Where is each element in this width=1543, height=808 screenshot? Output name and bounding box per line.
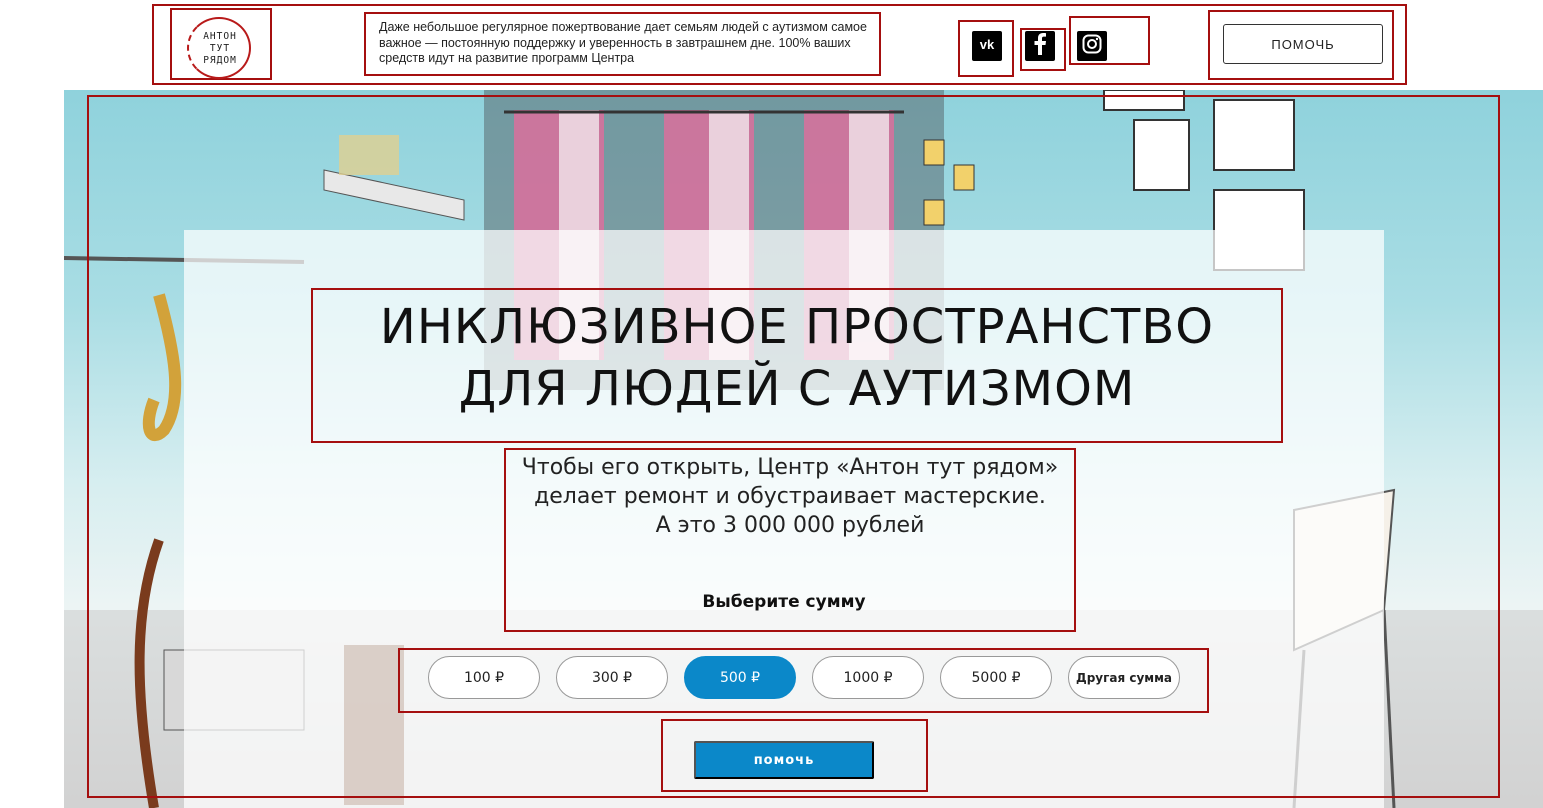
amount-100-button[interactable]: 100 ₽	[428, 656, 540, 699]
facebook-icon	[1033, 32, 1047, 60]
vk-icon: vk	[977, 37, 997, 56]
facebook-link[interactable]	[1025, 31, 1055, 61]
logo-line-2: ТУТ	[209, 43, 231, 54]
intro-text: Даже небольшое регулярное пожертвование …	[379, 20, 867, 65]
instagram-icon	[1082, 34, 1102, 59]
vk-link[interactable]: vk	[972, 31, 1002, 61]
help-main-button[interactable]: помочь	[694, 741, 874, 779]
amount-other-button[interactable]: Другая сумма	[1068, 656, 1180, 699]
logo[interactable]: АНТОН ТУТ РЯДОМ	[185, 17, 255, 79]
logo-line-3: РЯДОМ	[203, 55, 237, 66]
help-header-button[interactable]: ПОМОЧЬ	[1223, 24, 1383, 64]
hero-title: ИНКЛЮЗИВНОЕ ПРОСТРАНСТВО ДЛЯ ЛЮДЕЙ С АУТ…	[379, 299, 1215, 417]
amount-300-button[interactable]: 300 ₽	[556, 656, 668, 699]
hero-description: Чтобы его открыть, Центр «Антон тут рядо…	[521, 455, 1059, 538]
svg-text:vk: vk	[980, 37, 995, 51]
amount-500-button[interactable]: 500 ₽	[684, 656, 796, 699]
choose-amount-label: Выберите сумму	[702, 592, 866, 612]
instagram-link[interactable]	[1077, 31, 1107, 61]
amount-5000-button[interactable]: 5000 ₽	[940, 656, 1052, 699]
logo-line-1: АНТОН	[203, 31, 237, 42]
amount-1000-button[interactable]: 1000 ₽	[812, 656, 924, 699]
